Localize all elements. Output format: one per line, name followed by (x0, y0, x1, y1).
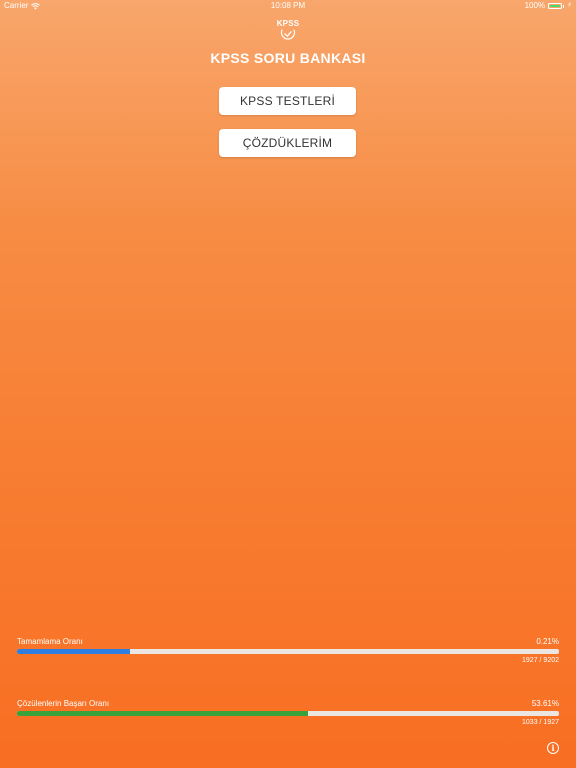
status-bar: Carrier 10:08 PM 100% ⚡ (0, 0, 576, 12)
check-circle-icon (280, 29, 296, 40)
status-time: 10:08 PM (270, 1, 306, 10)
logo-text: KPSS (276, 19, 300, 28)
page-title: KPSS SORU BANKASI (210, 50, 366, 66)
completion-progress-bar (17, 649, 559, 654)
success-label: Çözülenlerin Başarı Oranı (17, 699, 110, 708)
completion-count: 1927 / 9202 (522, 657, 559, 664)
completion-label: Tamamlama Oranı (17, 637, 83, 646)
info-icon[interactable]: i (547, 742, 559, 754)
kpss-tests-button[interactable]: KPSS TESTLERİ (219, 87, 356, 115)
battery-icon (548, 3, 563, 9)
battery-tip (563, 4, 565, 8)
app-logo: KPSS (268, 19, 308, 43)
success-progress-fill (17, 711, 308, 716)
battery-percent: 100% (524, 1, 546, 10)
success-progress-bar (17, 711, 559, 716)
completion-progress-fill (17, 649, 131, 654)
success-percent: 53.61% (531, 699, 559, 708)
success-count: 1033 / 1927 (522, 719, 559, 726)
charging-icon: ⚡ (567, 2, 572, 9)
completion-percent: 0.21% (536, 637, 559, 646)
status-right: 100% ⚡ (525, 0, 572, 12)
solved-button[interactable]: ÇÖZDÜKLERİM (219, 129, 356, 157)
